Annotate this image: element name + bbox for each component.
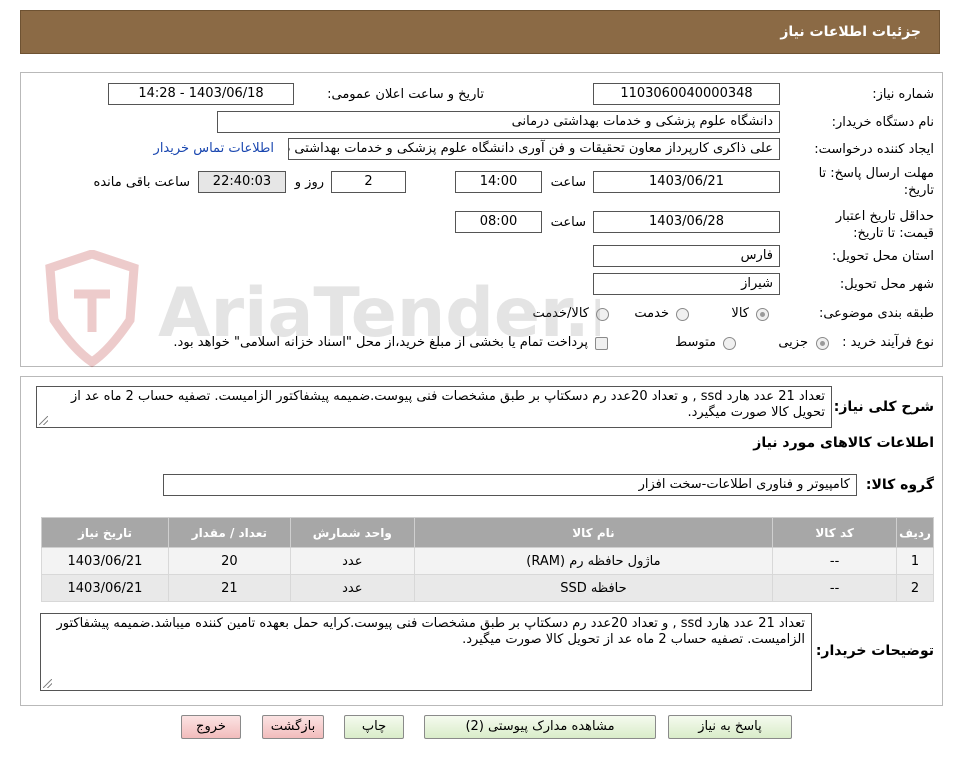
table-row: 1 -- ماژول حافظه رم (RAM) عدد 20 1403/06… <box>41 547 934 575</box>
cell-code: -- <box>772 547 898 575</box>
city-label: شهر محل تحویل: <box>839 277 934 292</box>
buyer-notes-textarea[interactable]: تعداد 21 عدد هارد ssd , و تعداد 20عدد رم… <box>40 613 812 691</box>
goods-table: ردیف کد کالا نام کالا واحد شمارش تعداد /… <box>41 517 934 602</box>
category-label: طبقه بندی موضوعی: <box>818 306 934 321</box>
details-panel: شماره نیاز: 1103060040000348 تاریخ و ساع… <box>20 72 943 367</box>
attachments-button[interactable]: مشاهده مدارک پیوستی (2) <box>424 715 656 739</box>
cell-unit: عدد <box>289 574 415 602</box>
table-row: 2 -- حافظه SSD عدد 21 1403/06/21 <box>41 574 934 602</box>
page-title: جزئیات اطلاعات نیاز <box>780 24 921 40</box>
cell-qty: 21 <box>167 574 291 602</box>
announce-field: 1403/06/18 - 14:28 <box>108 83 294 105</box>
remaining-label: ساعت باقی مانده <box>93 175 190 190</box>
category-goods-service-label: کالا/خدمت <box>532 306 589 321</box>
summary-textarea[interactable]: تعداد 21 عدد هارد ssd , و تعداد 20عدد رم… <box>36 386 832 428</box>
back-button[interactable]: بازگشت <box>262 715 324 739</box>
remaining-time-field: 22:40:03 <box>198 171 286 193</box>
days-field: 2 <box>331 171 406 193</box>
validity-date-field: 1403/06/28 <box>593 211 780 233</box>
col-name: نام کالا <box>413 517 774 548</box>
cell-name: حافظه SSD <box>413 574 774 602</box>
deadline-time-field: 14:00 <box>455 171 542 193</box>
category-service-label: خدمت <box>634 306 669 321</box>
cell-qty: 20 <box>167 547 291 575</box>
col-qty: تعداد / مقدار <box>167 517 291 548</box>
cell-row: 2 <box>896 574 934 602</box>
process-medium-label: متوسط <box>675 335 716 350</box>
creator-label: ایجاد کننده درخواست: <box>814 142 934 157</box>
cell-unit: عدد <box>289 547 415 575</box>
cell-name: ماژول حافظه رم (RAM) <box>413 547 774 575</box>
resize-grip-icon[interactable] <box>43 679 52 688</box>
goods-group-label: گروه کالا: <box>865 477 934 493</box>
col-code: کد کالا <box>772 517 898 548</box>
validity-time-field: 08:00 <box>455 211 542 233</box>
cell-date: 1403/06/21 <box>41 547 169 575</box>
cell-date: 1403/06/21 <box>41 574 169 602</box>
category-radio-goods[interactable] <box>756 308 769 321</box>
buyer-notes-label: توضیحات خریدار: <box>815 643 934 659</box>
need-number-label: شماره نیاز: <box>872 87 934 102</box>
print-button[interactable]: چاپ <box>344 715 404 739</box>
announce-label: تاریخ و ساعت اعلان عمومی: <box>327 87 484 102</box>
deadline-label: مهلت ارسال پاسخ: تا تاریخ: <box>818 166 934 198</box>
col-unit: واحد شمارش <box>289 517 415 548</box>
summary-panel: شرح کلی نیاز: تعداد 21 عدد هارد ssd , و … <box>20 376 943 706</box>
buyer-org-field: دانشگاه علوم پزشکی و خدمات بهداشتی درمان… <box>217 111 780 133</box>
category-radio-service[interactable] <box>676 308 689 321</box>
city-field: شیراز <box>593 273 780 295</box>
creator-field: علی ذاکری کارپرداز معاون تحقیقات و فن آو… <box>288 138 780 160</box>
validity-time-label: ساعت <box>550 215 586 230</box>
buyer-contact-link[interactable]: اطلاعات تماس خریدار <box>154 141 274 156</box>
col-date: تاریخ نیاز <box>41 517 169 548</box>
treasury-checkbox[interactable] <box>595 337 608 350</box>
process-radio-minor[interactable] <box>816 337 829 350</box>
deadline-date-field: 1403/06/21 <box>593 171 780 193</box>
summary-text: تعداد 21 عدد هارد ssd , و تعداد 20عدد رم… <box>70 389 825 420</box>
page-header: جزئیات اطلاعات نیاز <box>20 10 940 54</box>
summary-label: شرح کلی نیاز: <box>833 399 934 415</box>
category-radio-goods-service[interactable] <box>596 308 609 321</box>
exit-button[interactable]: خروج <box>181 715 241 739</box>
province-field: فارس <box>593 245 780 267</box>
need-number-field: 1103060040000348 <box>593 83 780 105</box>
goods-group-field: کامپیوتر و فناوری اطلاعات-سخت افزار <box>163 474 857 496</box>
cell-row: 1 <box>896 547 934 575</box>
cell-code: -- <box>772 574 898 602</box>
validity-label: حداقل تاریخ اعتبار قیمت: تا تاریخ: <box>835 209 934 241</box>
goods-table-header: ردیف کد کالا نام کالا واحد شمارش تعداد /… <box>41 517 934 548</box>
process-radio-medium[interactable] <box>723 337 736 350</box>
category-goods-label: کالا <box>731 306 749 321</box>
buyer-org-label: نام دستگاه خریدار: <box>831 115 934 130</box>
process-minor-label: جزیی <box>778 335 808 350</box>
reply-button[interactable]: پاسخ به نیاز <box>668 715 792 739</box>
treasury-note: پرداخت تمام یا بخشی از مبلغ خرید،از محل … <box>173 335 588 350</box>
province-label: استان محل تحویل: <box>832 249 934 264</box>
days-label: روز و <box>294 175 324 190</box>
process-label: نوع فرآیند خرید : <box>842 335 934 350</box>
buyer-notes-text: تعداد 21 عدد هارد ssd , و تعداد 20عدد رم… <box>56 616 806 647</box>
deadline-time-label: ساعت <box>550 175 586 190</box>
goods-info-title: اطلاعات کالاهای مورد نیاز <box>753 435 934 451</box>
resize-grip-icon[interactable] <box>39 416 48 425</box>
col-row: ردیف <box>896 517 934 548</box>
